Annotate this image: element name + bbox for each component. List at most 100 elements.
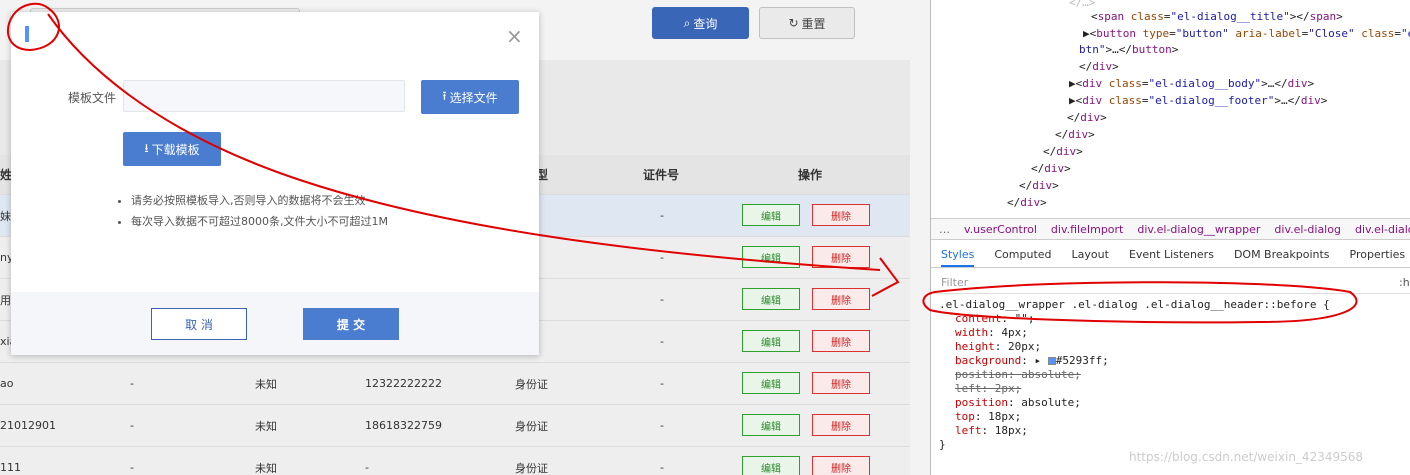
tab-dom-breakpoints[interactable]: DOM Breakpoints [1234,248,1330,261]
delete-button[interactable]: 删除 [812,204,870,226]
table-cell: - [660,377,664,390]
dom-line[interactable]: ▶<div class="el-dialog__body">…</div> [1069,77,1314,90]
edit-button[interactable]: 编辑 [742,330,800,352]
table-cell: - [130,377,134,390]
devtools-tabs: Styles Computed Layout Event Listeners D… [931,242,1410,268]
dom-line[interactable]: </div> [1043,145,1083,158]
dom-line[interactable]: btn">…</button> [1079,43,1178,56]
css-declaration[interactable]: content: ""; [939,312,1330,326]
table-cell: 111 [0,461,21,474]
reset-button-label: 重置 [801,16,826,31]
query-button[interactable]: ⌕ 查询 [652,7,749,39]
hover-state-toggle[interactable]: :h [1399,276,1410,289]
choose-file-button[interactable]: ⭱ 选择文件 [421,80,519,114]
css-declaration[interactable]: position: absolute; [939,396,1330,410]
delete-button[interactable]: 删除 [812,456,870,475]
table-cell: 18618322759 [365,419,442,432]
reset-button[interactable]: ↻ 重置 [759,7,855,39]
download-template-button[interactable]: ⭳ 下载模板 [123,132,221,166]
table-cell: - [660,461,664,474]
close-icon[interactable]: × [506,26,523,46]
css-value: absolute; [1021,396,1081,409]
tip-item: 每次导入数据不可超过8000条,文件大小不可超过1M [131,211,388,232]
color-swatch-icon[interactable] [1047,357,1056,365]
css-selector[interactable]: .el-dialog__wrapper .el-dialog .el-dialo… [939,298,1330,312]
table-cell: - [660,251,664,264]
table-cell: 身份证 [515,377,548,391]
css-declaration[interactable]: left: 2px; [939,382,1330,396]
delete-button[interactable]: 删除 [812,246,870,268]
tab-event-listeners[interactable]: Event Listeners [1129,248,1214,261]
css-declaration[interactable]: width: 4px; [939,326,1330,340]
devtools-panel: </…> <span class="el-dialog__title"></sp… [930,0,1410,475]
elements-tree: </…> <span class="el-dialog__title"></sp… [931,0,1410,215]
edit-button[interactable]: 编辑 [742,414,800,436]
styles-filter-input[interactable]: Filter :h [931,270,1410,294]
breadcrumb-item[interactable]: div.el-dialog__wrapper [1137,223,1260,236]
delete-button[interactable]: 删除 [812,414,870,436]
edit-button[interactable]: 编辑 [742,246,800,268]
dom-line[interactable]: </div> [1079,60,1119,73]
column-header: 证件号 [643,168,680,182]
expand-icon[interactable]: ▸ [1034,354,1047,367]
table-cell: 用 [0,293,11,307]
dom-line[interactable]: </div> [1055,128,1095,141]
search-icon: ⌕ [683,15,691,30]
breadcrumb-item[interactable]: v.userControl [964,223,1037,236]
table-cell: 12322222222 [365,377,442,390]
table-row: 21012901 - 未知 18618322759 身份证 - 编辑 删除 [0,405,910,447]
dom-line[interactable]: </div> [1031,162,1071,175]
query-button-label: 查询 [693,16,718,31]
breadcrumb-item[interactable]: div.el-dialog_ [1355,223,1410,236]
dom-line[interactable]: <span class="el-dialog__title"></span> [1091,10,1343,23]
breadcrumb-item[interactable]: div.el-dialog [1274,223,1341,236]
delete-button[interactable]: 删除 [812,372,870,394]
tab-properties[interactable]: Properties [1350,248,1406,261]
tab-computed[interactable]: Computed [994,248,1051,261]
dom-line[interactable]: ▶<div class="el-dialog__footer">…</div> [1069,94,1327,107]
table-cell: - [365,461,369,474]
choose-file-label: 选择文件 [449,90,498,105]
css-declarations: content: ""; width: 4px; height: 20px; back… [939,312,1330,438]
css-property: position [955,368,1008,381]
css-rule: .el-dialog__wrapper .el-dialog .el-dialo… [939,298,1330,452]
css-property: background [955,354,1022,367]
download-icon: ⭳ [144,140,149,155]
watermark-text: https://blog.csdn.net/weixin_42349568 [1129,450,1364,464]
table-cell: 未知 [255,377,277,391]
edit-button[interactable]: 编辑 [742,372,800,394]
css-property: content [955,312,1002,325]
template-file-input[interactable] [123,80,405,112]
css-declaration[interactable]: background: ▸ #5293ff; [939,354,1330,368]
submit-button[interactable]: 提 交 [303,308,399,340]
tab-layout[interactable]: Layout [1072,248,1109,261]
dom-line[interactable]: </div> [1019,179,1059,192]
import-tips: 请务必按照模板导入,否则导入的数据将不会生效 每次导入数据不可超过8000条,文… [115,190,388,232]
edit-button[interactable]: 编辑 [742,456,800,475]
dom-line[interactable]: ▶<button type="button" aria-label="Close… [1083,27,1410,40]
css-declaration[interactable]: top: 18px; [939,410,1330,424]
dom-line: </…> [1069,0,1096,9]
cancel-button[interactable]: 取 消 [151,308,247,340]
css-value: 18px; [994,424,1028,437]
edit-button[interactable]: 编辑 [742,204,800,226]
css-value: ""; [1014,312,1035,325]
dom-line[interactable]: </div> [1067,111,1107,124]
table-cell: 身份证 [515,461,548,475]
filter-placeholder: Filter [941,276,969,289]
css-declaration[interactable]: height: 20px; [939,340,1330,354]
table-row: ao - 未知 12322222222 身份证 - 编辑 删除 [0,363,910,405]
breadcrumb-item[interactable]: div.fileImport [1051,223,1123,236]
delete-button[interactable]: 删除 [812,330,870,352]
css-declaration[interactable]: left: 18px; [939,424,1330,438]
table-cell: 21012901 [0,419,56,432]
css-value: absolute; [1021,368,1081,381]
css-declaration[interactable]: position: absolute; [939,368,1330,382]
edit-button[interactable]: 编辑 [742,288,800,310]
breadcrumb-item[interactable]: … [939,223,950,236]
import-dialog: × 模板文件 ⭱ 选择文件 ⭳ 下载模板 请务必按照模板导入,否则导入的数据将不… [11,12,539,355]
delete-button[interactable]: 删除 [812,288,870,310]
dom-line[interactable]: </div> [1007,196,1047,209]
table-cell: - [660,209,664,222]
tab-styles[interactable]: Styles [941,248,975,267]
